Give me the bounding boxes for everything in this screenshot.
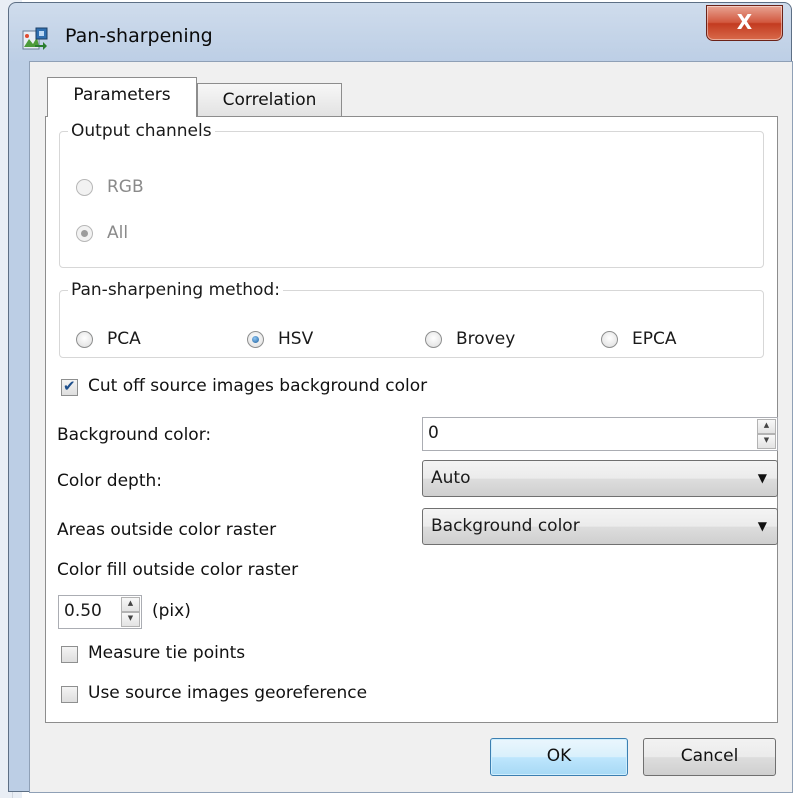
- measure-tie-points-checkbox[interactable]: [61, 646, 78, 663]
- radio-pca[interactable]: PCA: [76, 329, 141, 349]
- color-fill-unit: (pix): [152, 601, 191, 621]
- spin-up-icon[interactable]: ▲: [757, 419, 776, 434]
- radio-rgb-circle[interactable]: [76, 178, 93, 196]
- radio-all[interactable]: All: [76, 223, 128, 243]
- chevron-down-icon: ▼: [757, 471, 767, 485]
- areas-outside-label: Areas outside color raster: [57, 520, 277, 540]
- tab-parameters[interactable]: Parameters: [47, 77, 197, 117]
- color-depth-select[interactable]: Auto ▼: [422, 460, 778, 497]
- ok-button-label: OK: [546, 746, 572, 766]
- close-icon: X: [736, 10, 753, 34]
- spin-down-icon[interactable]: ▼: [121, 612, 140, 627]
- background-color-label: Background color:: [57, 425, 212, 445]
- radio-brovey-circle[interactable]: [425, 330, 442, 348]
- radio-pca-circle[interactable]: [76, 330, 93, 348]
- cancel-button-label: Cancel: [680, 746, 739, 766]
- color-fill-spinbox[interactable]: 0.50 ▲ ▼: [58, 595, 142, 629]
- chevron-down-icon: ▼: [757, 519, 767, 533]
- radio-all-label: All: [107, 223, 129, 243]
- color-fill-value: 0.50: [64, 601, 102, 621]
- measure-tie-points-label: Measure tie points: [88, 643, 246, 663]
- use-georeference-label: Use source images georeference: [88, 683, 368, 703]
- spin-up-icon[interactable]: ▲: [121, 597, 140, 612]
- background-color-value: 0: [428, 423, 439, 443]
- method-group: Pan-sharpening method: PCA HSV Brovey EP…: [59, 280, 764, 358]
- use-georeference-checkbox[interactable]: [61, 686, 78, 703]
- radio-all-circle[interactable]: [76, 224, 93, 242]
- dialog-client-area: Parameters Correlation Output channels R…: [29, 61, 793, 793]
- tab-parameters-label: Parameters: [73, 85, 171, 105]
- radio-hsv-label: HSV: [278, 329, 314, 349]
- window-title: Pan-sharpening: [65, 25, 213, 47]
- parameters-panel: Output channels RGB All Pan-sharpening m…: [45, 116, 778, 723]
- close-button[interactable]: X: [706, 5, 783, 41]
- spin-down-icon[interactable]: ▼: [757, 434, 776, 449]
- output-channels-legend: Output channels: [71, 121, 212, 141]
- radio-brovey-label: Brovey: [456, 329, 516, 349]
- radio-rgb-label: RGB: [107, 177, 144, 197]
- radio-epca-label: EPCA: [632, 329, 677, 349]
- radio-rgb[interactable]: RGB: [76, 177, 144, 197]
- radio-pca-label: PCA: [107, 329, 141, 349]
- tab-correlation[interactable]: Correlation: [197, 83, 342, 117]
- background-color-spinbox[interactable]: 0 ▲ ▼: [422, 417, 778, 451]
- method-legend: Pan-sharpening method:: [71, 280, 280, 300]
- output-channels-group: Output channels RGB All: [59, 121, 764, 268]
- pan-sharpening-dialog: Pan-sharpening X Parameters Correlation …: [8, 2, 793, 793]
- color-depth-value: Auto: [431, 468, 471, 488]
- tab-correlation-label: Correlation: [222, 90, 317, 110]
- cancel-button[interactable]: Cancel: [643, 738, 776, 776]
- pan-sharpening-app-icon: [22, 27, 48, 50]
- color-fill-spin-buttons[interactable]: ▲ ▼: [121, 597, 140, 627]
- color-fill-label: Color fill outside color raster: [57, 560, 299, 580]
- radio-brovey[interactable]: Brovey: [425, 329, 515, 349]
- radio-epca-circle[interactable]: [601, 330, 618, 348]
- cut-off-background-label: Cut off source images background color: [88, 376, 428, 396]
- radio-hsv-circle[interactable]: [247, 330, 264, 348]
- areas-outside-select[interactable]: Background color ▼: [422, 508, 778, 545]
- radio-epca[interactable]: EPCA: [601, 329, 677, 349]
- color-depth-label: Color depth:: [57, 471, 162, 491]
- areas-outside-value: Background color: [431, 516, 580, 536]
- title-bar[interactable]: Pan-sharpening X: [9, 3, 791, 65]
- cut-off-background-checkbox[interactable]: [61, 377, 78, 396]
- radio-hsv[interactable]: HSV: [247, 329, 313, 349]
- ok-button[interactable]: OK: [490, 738, 628, 776]
- background-color-spin-buttons[interactable]: ▲ ▼: [757, 419, 776, 449]
